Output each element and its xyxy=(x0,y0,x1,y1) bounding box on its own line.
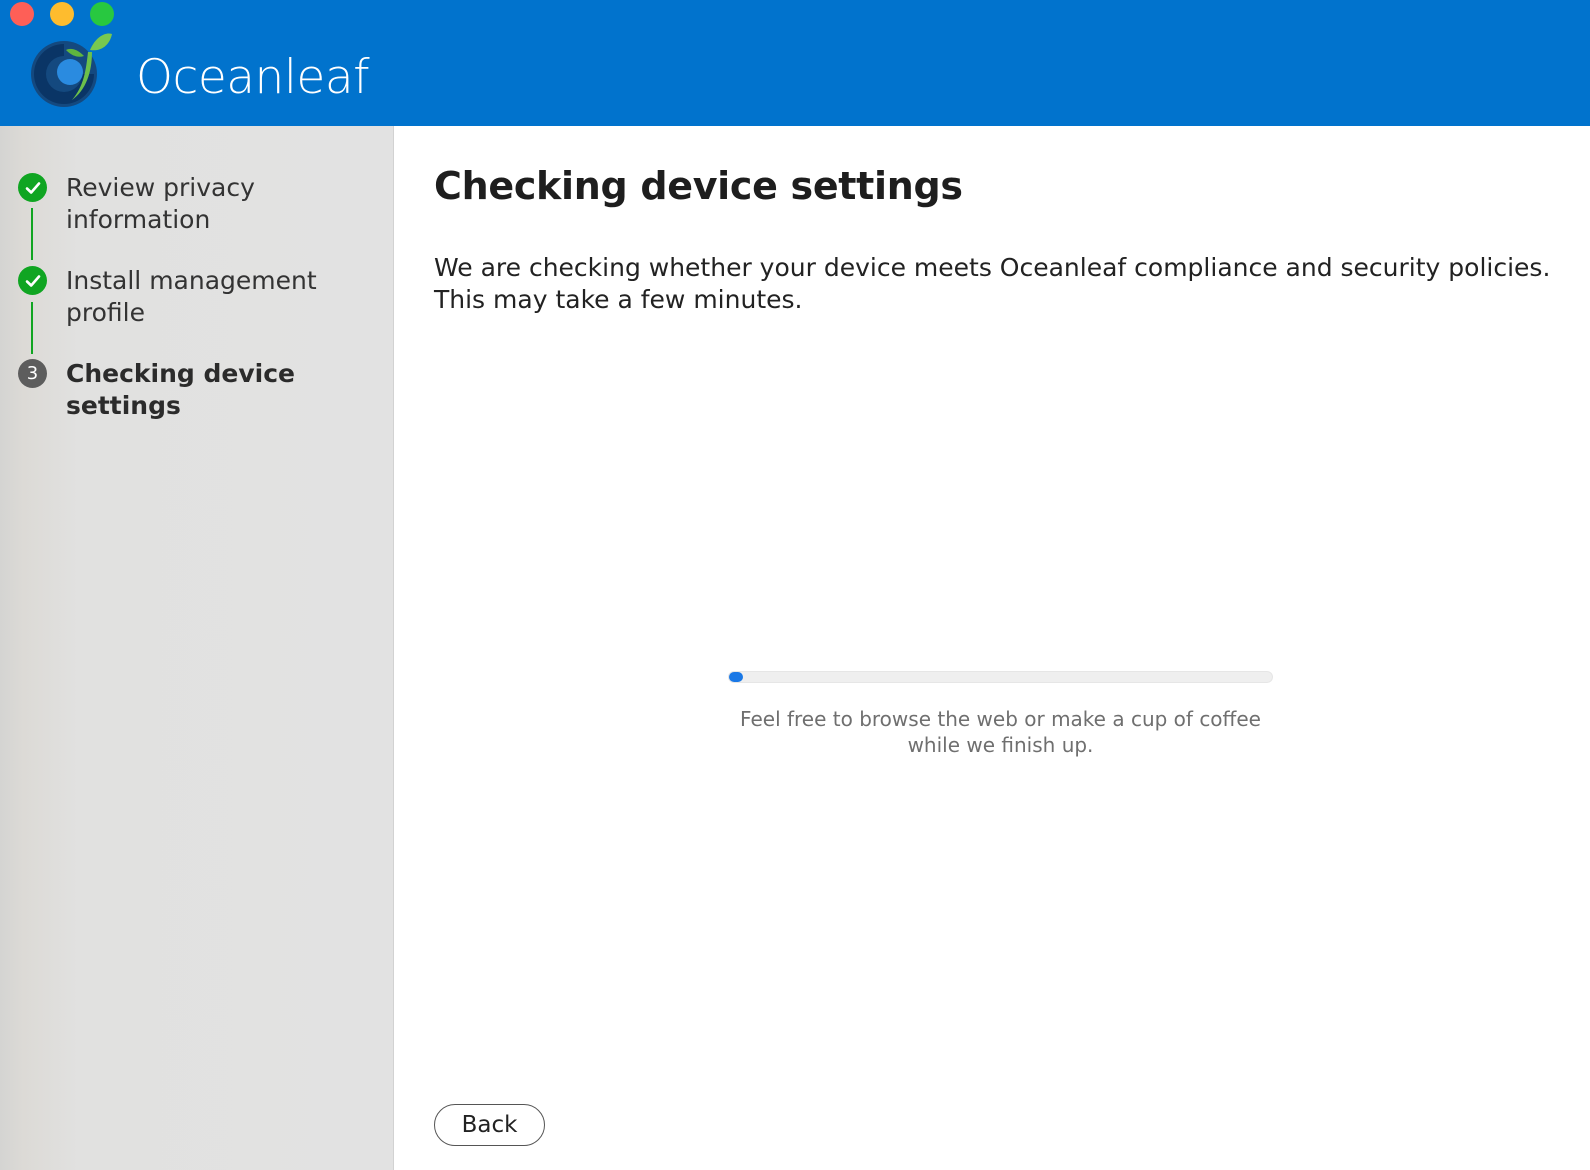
step-label: Review privacy information xyxy=(66,173,255,234)
oceanleaf-logo-icon xyxy=(31,33,112,107)
minimize-window-button[interactable] xyxy=(50,2,74,26)
progress-bar xyxy=(728,671,1273,683)
step-label: Checking device settings xyxy=(66,359,296,420)
app-header: Oceanleaf xyxy=(0,0,1590,126)
window-controls xyxy=(10,2,114,26)
close-window-button[interactable] xyxy=(10,2,34,26)
step-number-badge: 3 xyxy=(18,359,47,388)
setup-steps-sidebar: Review privacy information Install manag… xyxy=(0,126,394,1170)
app-title: Oceanleaf xyxy=(136,50,370,105)
progress-note: Feel free to browse the web or make a cu… xyxy=(740,707,1261,757)
page-title: Checking device settings xyxy=(434,164,963,208)
page-description: We are checking whether your device meet… xyxy=(434,253,1551,314)
checkmark-icon xyxy=(18,266,47,295)
main-content: Checking device settings We are checking… xyxy=(395,126,1590,1170)
maximize-window-button[interactable] xyxy=(90,2,114,26)
step-connector xyxy=(31,302,33,354)
back-button[interactable]: Back xyxy=(434,1104,545,1146)
step-label: Install management profile xyxy=(66,266,317,327)
progress-bar-fill xyxy=(729,672,743,682)
checkmark-icon xyxy=(18,173,47,202)
step-connector xyxy=(31,208,33,260)
